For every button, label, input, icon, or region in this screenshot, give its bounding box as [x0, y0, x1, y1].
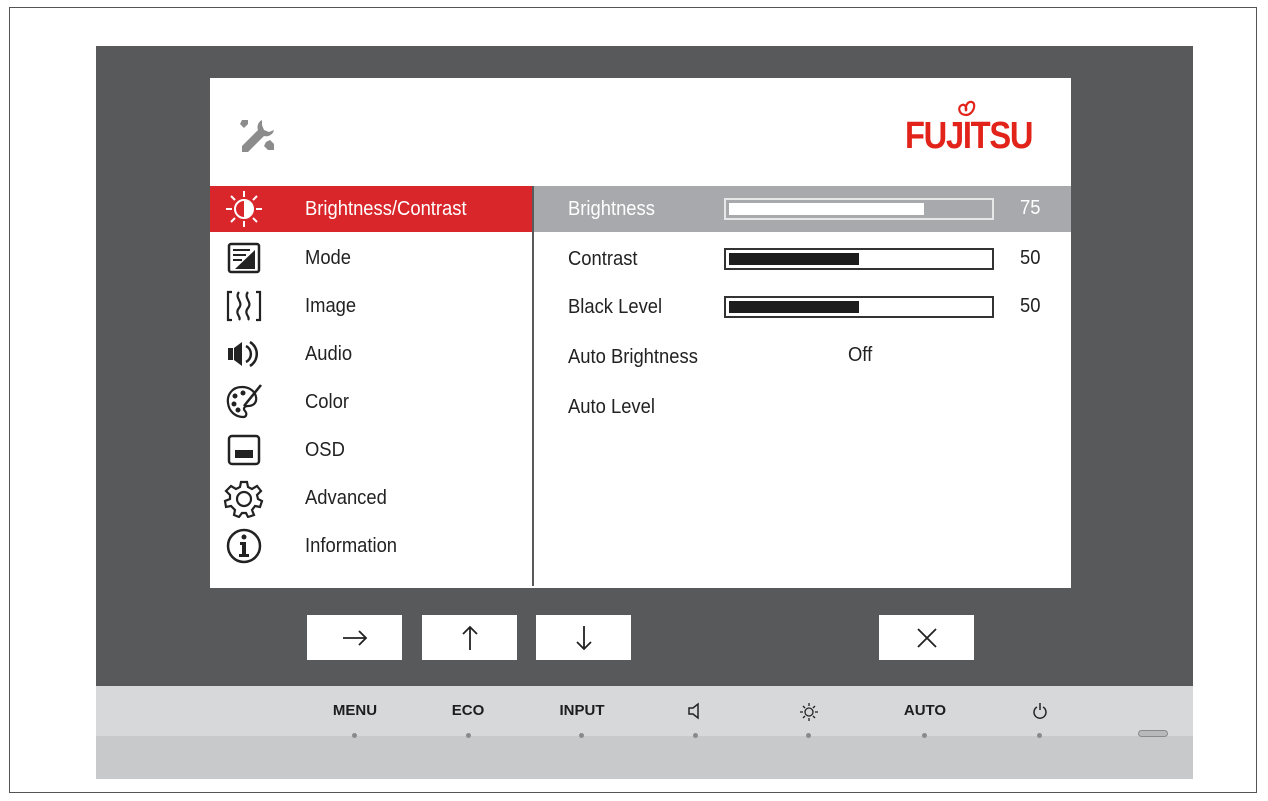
setting-brightness[interactable]: Brightness 75 — [534, 186, 1071, 232]
button-indicator-dot — [1037, 733, 1042, 738]
menu-item-image[interactable]: Image — [210, 282, 532, 330]
brightness-contrast-settings: Brightness 75 Contrast 50 Black Level 50… — [534, 186, 1071, 586]
brightness-contrast-icon — [222, 189, 266, 229]
slider-fill — [729, 301, 859, 313]
volume-button[interactable] — [650, 702, 740, 724]
button-indicator-dot — [466, 733, 471, 738]
eco-button[interactable]: ECO — [423, 702, 513, 719]
menu-item-osd[interactable]: OSD — [210, 426, 532, 474]
arrow-down-icon — [575, 625, 592, 650]
osd-main-menu: Brightness/Contrast Mode Image Audio Col… — [210, 186, 532, 586]
menu-item-brightness-contrast[interactable]: Brightness/Contrast — [210, 186, 532, 232]
button-indicator-dot — [693, 733, 698, 738]
speaker-icon — [688, 702, 699, 720]
setting-auto-brightness[interactable]: Auto Brightness Off — [534, 334, 1071, 380]
mode-icon — [222, 238, 266, 278]
brightness-slider[interactable] — [724, 198, 994, 220]
button-indicator-dot — [806, 733, 811, 738]
nav-close-button[interactable] — [879, 615, 974, 660]
slider-fill — [729, 203, 924, 215]
nav-right-button[interactable] — [307, 615, 402, 660]
auto-brightness-value[interactable]: Off — [848, 344, 872, 367]
menu-item-label: Color — [305, 390, 349, 413]
menu-item-label: Image — [305, 294, 357, 317]
menu-item-color[interactable]: Color — [210, 378, 532, 426]
menu-item-information[interactable]: Information — [210, 522, 532, 570]
nav-up-button[interactable] — [422, 615, 517, 660]
setting-label: Black Level — [568, 296, 663, 318]
power-button[interactable] — [995, 702, 1085, 724]
setting-value: 50 — [1020, 247, 1041, 269]
tools-icon — [240, 120, 274, 152]
menu-item-label: OSD — [305, 438, 345, 461]
nav-down-button[interactable] — [536, 615, 631, 660]
fujitsu-logo: FUJITSU — [905, 97, 1045, 159]
menu-item-label: Brightness/Contrast — [305, 197, 467, 220]
gear-icon — [222, 478, 266, 518]
button-indicator-dot — [922, 733, 927, 738]
auto-button[interactable]: AUTO — [880, 702, 970, 719]
black-level-slider[interactable] — [724, 296, 994, 318]
brightness-icon — [800, 703, 818, 721]
palette-icon — [222, 382, 266, 422]
button-indicator-dot — [579, 733, 584, 738]
setting-label: Contrast — [568, 248, 638, 270]
monitor-base-strip — [96, 736, 1193, 779]
setting-black-level[interactable]: Black Level 50 — [534, 284, 1071, 330]
menu-item-label: Information — [305, 534, 398, 557]
info-icon — [222, 526, 266, 566]
setting-value: 50 — [1020, 295, 1041, 317]
arrow-right-icon — [342, 629, 367, 646]
menu-item-mode[interactable]: Mode — [210, 234, 532, 282]
setting-label: Auto Brightness — [568, 346, 698, 368]
menu-item-label: Advanced — [305, 486, 387, 509]
setting-label: Brightness — [568, 198, 655, 220]
contrast-slider[interactable] — [724, 248, 994, 270]
setting-auto-level[interactable]: Auto Level — [534, 384, 1071, 430]
setting-value: 75 — [1020, 197, 1041, 219]
brand-wordmark: FUJITSU — [905, 115, 1033, 157]
slider-fill — [729, 253, 859, 265]
menu-item-label: Audio — [305, 342, 353, 365]
setting-contrast[interactable]: Contrast 50 — [534, 236, 1071, 282]
menu-item-label: Mode — [305, 246, 352, 269]
setting-label: Auto Level — [568, 396, 655, 418]
image-icon — [222, 286, 266, 326]
speaker-icon — [222, 334, 266, 374]
osd-icon — [222, 430, 266, 470]
close-icon — [916, 627, 937, 648]
menu-item-advanced[interactable]: Advanced — [210, 474, 532, 522]
arrow-up-icon — [461, 625, 478, 650]
power-icon — [1033, 703, 1047, 719]
menu-item-audio[interactable]: Audio — [210, 330, 532, 378]
input-button[interactable]: INPUT — [537, 702, 627, 719]
menu-button[interactable]: MENU — [310, 702, 400, 719]
brightness-button[interactable] — [764, 702, 854, 726]
power-led — [1138, 730, 1168, 737]
button-indicator-dot — [352, 733, 357, 738]
